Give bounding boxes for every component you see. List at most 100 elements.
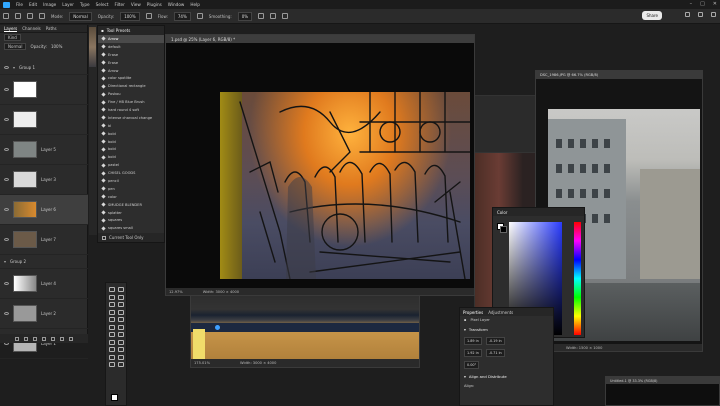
- tool-preset-item[interactable]: pen: [98, 185, 164, 193]
- brush-preset-icon[interactable]: [27, 13, 33, 19]
- mode-select[interactable]: Normal: [69, 11, 92, 21]
- tool-preset-item[interactable]: Arrow: [98, 67, 164, 75]
- menu-type[interactable]: Type: [80, 2, 90, 7]
- layer-row[interactable]: Layer 3: [0, 165, 88, 195]
- tool-preset-item[interactable]: Arrow: [98, 35, 164, 43]
- smoothing-field[interactable]: 0%: [237, 11, 253, 21]
- tool-preset-item[interactable]: Poskou: [98, 90, 164, 98]
- visibility-icon[interactable]: [4, 66, 9, 69]
- menu-select[interactable]: Select: [96, 2, 109, 7]
- gradient-tool-icon[interactable]: [109, 332, 115, 337]
- layer-row[interactable]: Layer 7: [0, 225, 88, 255]
- minimize-icon[interactable]: –: [690, 1, 693, 7]
- cloud-icon[interactable]: [711, 12, 716, 17]
- chevron-down-icon[interactable]: ▾: [13, 65, 15, 70]
- tab-channels[interactable]: Channels: [22, 26, 41, 31]
- pressure-opacity-icon[interactable]: [145, 13, 152, 19]
- background-swatch[interactable]: [500, 226, 507, 233]
- zoom-level[interactable]: 175.01%: [194, 361, 210, 365]
- dodge-tool-icon[interactable]: [109, 339, 115, 345]
- second-canvas[interactable]: [191, 287, 419, 361]
- visibility-icon[interactable]: [4, 312, 9, 315]
- new-layer-icon[interactable]: [60, 336, 64, 341]
- shape-tool-icon[interactable]: [109, 354, 115, 360]
- document-tab[interactable]: Untitled-1 @ 33.3% (RGB/8): [606, 377, 719, 384]
- layer-row-selected[interactable]: Layer 6: [0, 195, 88, 225]
- tool-preset-item[interactable]: Directional rectangle: [98, 82, 164, 90]
- gear-icon[interactable]: [258, 13, 265, 19]
- tab-adjustments[interactable]: Adjustments: [488, 310, 513, 315]
- marquee-tool-icon[interactable]: [118, 287, 124, 292]
- tool-preset-item[interactable]: bold: [98, 130, 164, 138]
- menu-layer[interactable]: Layer: [62, 2, 74, 7]
- tool-preset-item[interactable]: hard round 4 soft: [98, 106, 164, 114]
- menu-view[interactable]: View: [131, 2, 141, 7]
- height-field[interactable]: 1.92 in: [464, 349, 482, 357]
- tool-preset-item[interactable]: Fine / HB Blue Brush: [98, 98, 164, 106]
- symmetry-icon[interactable]: [282, 13, 289, 19]
- menu-window[interactable]: Window: [168, 2, 185, 7]
- adjustment-layer-levels[interactable]: [0, 75, 88, 105]
- pen-tool-icon[interactable]: [118, 339, 124, 345]
- foreground-color-swatch[interactable]: [111, 394, 118, 401]
- stamp-tool-icon[interactable]: [118, 317, 124, 322]
- blur-tool-icon[interactable]: [118, 332, 124, 337]
- layer-row[interactable]: Layer 5: [0, 135, 88, 165]
- second-document-window[interactable]: 175.01% Width: 3000 × 4000: [190, 286, 420, 368]
- angle-field[interactable]: 0.00°: [464, 361, 480, 369]
- eraser-tool-icon[interactable]: [118, 324, 124, 330]
- small-document-window[interactable]: Untitled-1 @ 33.3% (RGB/8): [605, 376, 720, 406]
- opacity-field[interactable]: 100%: [120, 11, 140, 21]
- tool-preset-item[interactable]: pastel: [98, 161, 164, 169]
- brush-tool-icon[interactable]: [15, 13, 21, 19]
- blend-mode-select[interactable]: Normal: [4, 43, 27, 50]
- frame-tool-icon[interactable]: [118, 302, 124, 307]
- tool-preset-item[interactable]: bl: [98, 122, 164, 130]
- workspace-icon[interactable]: [698, 12, 703, 17]
- visibility-icon[interactable]: [4, 208, 9, 211]
- fx-icon[interactable]: [24, 336, 28, 341]
- flow-field[interactable]: 74%: [173, 11, 191, 21]
- layer-group-2[interactable]: ▾ Group 2: [0, 255, 88, 269]
- tool-preset-item[interactable]: SMUDGE BLENDER: [98, 201, 164, 209]
- eyedropper-tool-icon[interactable]: [109, 309, 115, 315]
- document-tab[interactable]: DSC_1986.JPG @ 66.7% (RGB/8): [536, 71, 702, 79]
- history-brush-icon[interactable]: [109, 324, 115, 330]
- path-select-icon[interactable]: [118, 347, 124, 352]
- visibility-icon[interactable]: [4, 238, 9, 241]
- visibility-icon[interactable]: [4, 118, 9, 121]
- menu-image[interactable]: Image: [43, 2, 56, 7]
- current-tool-only-checkbox[interactable]: [102, 235, 106, 240]
- search-icon[interactable]: [685, 12, 690, 17]
- layer-group-1[interactable]: ▾ Group 1: [0, 61, 88, 75]
- folder-icon[interactable]: [51, 336, 55, 341]
- share-button[interactable]: Share: [642, 11, 662, 20]
- visibility-icon[interactable]: [4, 88, 9, 91]
- layer-opacity-value[interactable]: 100%: [51, 44, 62, 49]
- x-field[interactable]: -0.19 in: [485, 337, 505, 345]
- lasso-tool-icon[interactable]: [109, 294, 115, 300]
- visibility-icon[interactable]: [4, 282, 9, 285]
- mask-icon[interactable]: [33, 336, 37, 341]
- tab-layers[interactable]: Layers: [4, 26, 18, 32]
- artwork-canvas[interactable]: [220, 92, 470, 279]
- tool-preset-item[interactable]: default: [98, 43, 164, 51]
- tool-preset-item[interactable]: color spotlite: [98, 74, 164, 82]
- menu-file[interactable]: File: [16, 2, 23, 7]
- menu-edit[interactable]: Edit: [29, 2, 37, 7]
- tool-preset-item[interactable]: bold: [98, 153, 164, 161]
- hue-slider[interactable]: [574, 222, 581, 335]
- tool-preset-item[interactable]: CHISEL GOODS: [98, 169, 164, 177]
- visibility-icon[interactable]: [4, 178, 9, 181]
- airbrush-icon[interactable]: [196, 13, 203, 19]
- more-tools-icon[interactable]: [118, 362, 124, 367]
- quick-select-tool-icon[interactable]: [118, 294, 124, 300]
- crop-tool-icon[interactable]: [109, 302, 115, 307]
- width-field[interactable]: 1.89 in: [464, 337, 482, 345]
- home-icon[interactable]: [3, 13, 9, 19]
- menu-help[interactable]: Help: [190, 2, 200, 7]
- tool-preset-item[interactable]: squares: [98, 216, 164, 224]
- tool-preset-item[interactable]: color: [98, 193, 164, 201]
- y-field[interactable]: -0.71 in: [485, 349, 505, 357]
- zoom-tool-icon[interactable]: [109, 362, 115, 367]
